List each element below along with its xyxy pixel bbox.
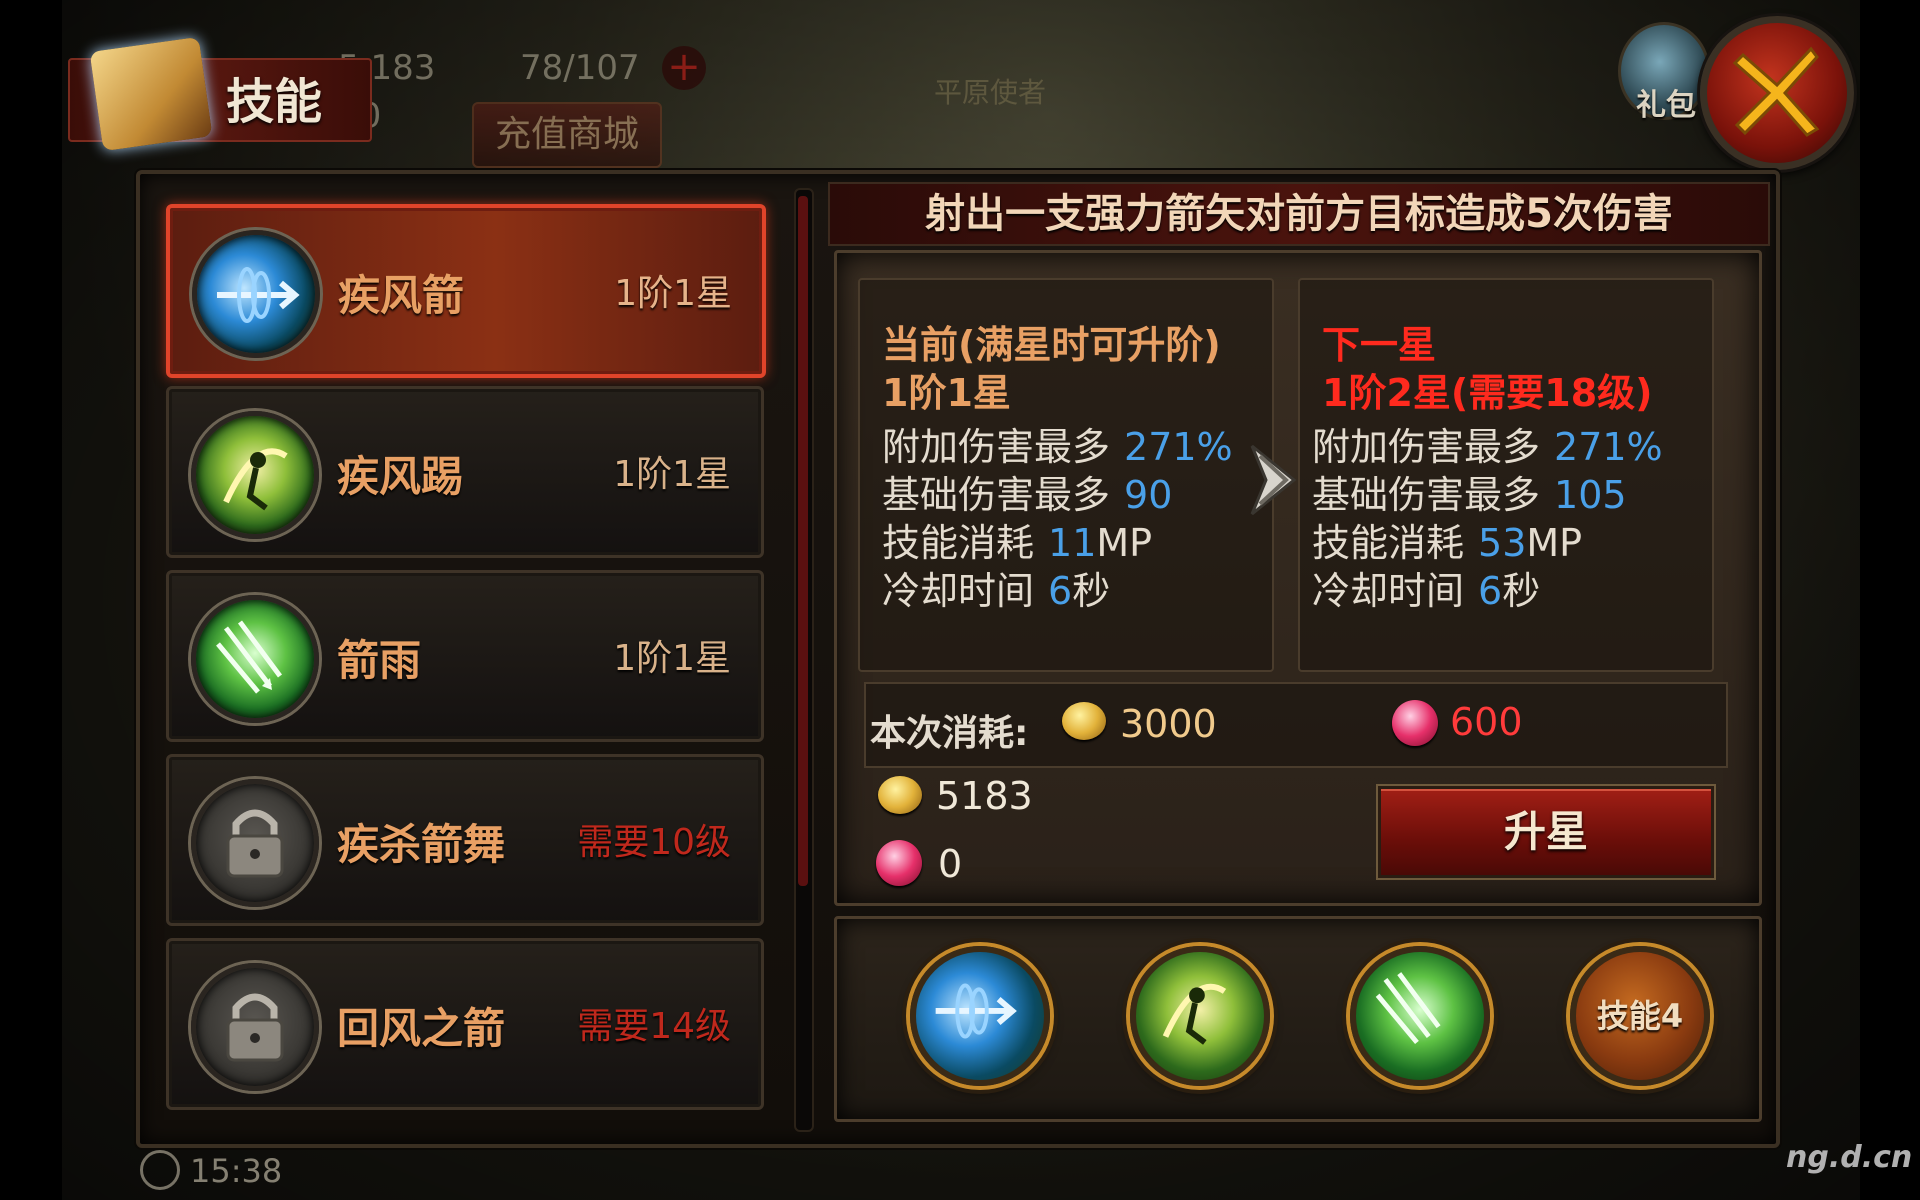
skill-level: 1阶1星 [614, 273, 732, 314]
letterbox-left [0, 0, 62, 1200]
skill-description: 射出一支强力箭矢对前方目标造成5次伤害 [828, 182, 1770, 246]
recharge-shop-button[interactable]: 充值商城 [472, 102, 662, 168]
skill-row-jifengjian[interactable]: 疾风箭 1阶1星 [166, 204, 766, 378]
skill-name: 回风之箭 [337, 1004, 506, 1053]
wind-kick-icon [191, 411, 319, 539]
cost-gems: 600 [1450, 700, 1523, 744]
add-stamina-button[interactable]: + [662, 46, 706, 90]
skill-requirement: 需要14级 [577, 1006, 731, 1047]
map-name: 平原使者 [933, 76, 1046, 109]
gift-label: 礼包 [1636, 88, 1696, 123]
letterbox-right [1860, 0, 1920, 1200]
stat-value: 6 [1478, 569, 1503, 613]
stat-value: 53 [1478, 521, 1527, 565]
stat-label: 附加伤害最多 [1312, 425, 1541, 469]
lock-icon [191, 963, 319, 1091]
stat-value: 11 [1048, 521, 1097, 565]
next-stats-box: 下一星 1阶2星(需要18级) 附加伤害最多 271% 基础伤害最多 105 技能消… [1298, 278, 1714, 672]
next-level: 1阶2星(需要18级) [1322, 371, 1653, 415]
skill-name: 疾风踢 [337, 452, 464, 501]
stat-value: 6 [1048, 569, 1073, 613]
skill-slot-2[interactable] [1130, 946, 1270, 1086]
skill-name: 疾风箭 [338, 271, 465, 320]
skill-slot-3[interactable] [1350, 946, 1490, 1086]
stat-mp-cost: 技能消耗 11MP [882, 512, 1152, 567]
stamina-count: 78/107 [520, 48, 640, 88]
stat-cooldown: 冷却时间 6秒 [1312, 560, 1540, 615]
skill-requirement: 需要10级 [577, 822, 731, 863]
gem-icon [1392, 700, 1438, 746]
owned-gems: 0 [938, 842, 963, 886]
stat-extra-damage: 附加伤害最多 271% [882, 416, 1233, 471]
skill-row-jishajianwu[interactable]: 疾杀箭舞 需要10级 [166, 754, 764, 926]
skill-list-scrollbar[interactable] [794, 188, 814, 1132]
stat-unit: MP [1096, 521, 1153, 565]
arrow-rain-icon [191, 595, 319, 723]
stat-value: 90 [1124, 473, 1173, 517]
wind-arrow-icon [935, 983, 1017, 1039]
stat-cooldown: 冷却时间 6秒 [882, 560, 1110, 615]
cost-gold: 3000 [1120, 702, 1217, 746]
wind-arrow-icon [192, 230, 320, 358]
stat-label: 冷却时间 [1312, 569, 1465, 613]
skill-name: 疾杀箭舞 [337, 820, 506, 869]
skill-book-icon [89, 36, 213, 152]
current-level: 1阶1星 [882, 371, 1011, 415]
stat-unit: 秒 [1072, 569, 1111, 613]
close-icon [1732, 46, 1820, 137]
skill-row-huifengzhijian[interactable]: 回风之箭 需要14级 [166, 938, 764, 1110]
next-header: 下一星 [1322, 323, 1437, 367]
gem-icon [876, 840, 922, 886]
stat-label: 技能消耗 [1312, 521, 1465, 565]
stat-label: 附加伤害最多 [882, 425, 1111, 469]
slot-label: 技能4 [1596, 997, 1684, 1035]
gold-coin-icon [878, 776, 922, 814]
upgrade-star-button[interactable]: 升星 [1378, 786, 1714, 878]
gold-coin-icon [1062, 702, 1106, 740]
stat-value: 105 [1554, 473, 1627, 517]
next-arrow-icon [1250, 444, 1297, 516]
stat-label: 基础伤害最多 [882, 473, 1111, 517]
cost-label: 本次消耗: [870, 713, 1029, 754]
stat-label: 基础伤害最多 [1312, 473, 1541, 517]
stat-unit: MP [1526, 521, 1583, 565]
stat-mp-cost: 技能消耗 53MP [1312, 512, 1582, 567]
lock-icon [191, 779, 319, 907]
stat-extra-damage: 附加伤害最多 271% [1312, 416, 1663, 471]
stat-value: 271% [1124, 425, 1233, 469]
stat-label: 冷却时间 [882, 569, 1035, 613]
skill-row-jifengti[interactable]: 疾风踢 1阶1星 [166, 386, 764, 558]
skill-level: 1阶1星 [613, 454, 731, 495]
stat-label: 技能消耗 [882, 521, 1035, 565]
scroll-thumb[interactable] [798, 196, 808, 886]
current-header: 当前(满星时可升阶) [882, 323, 1221, 367]
arrow-rain-icon [1375, 972, 1441, 1045]
stat-base-damage: 基础伤害最多 105 [1312, 464, 1627, 519]
skill-row-jianyu[interactable]: 箭雨 1阶1星 [166, 570, 764, 742]
skill-slot-4[interactable]: 技能4 [1570, 946, 1710, 1086]
clock-icon [140, 1150, 180, 1190]
close-button[interactable] [1700, 16, 1854, 170]
current-stats-box: 当前(满星时可升阶) 1阶1星 附加伤害最多 271% 基础伤害最多 90 技能消耗… [858, 278, 1274, 672]
skill-slot-1[interactable] [910, 946, 1050, 1086]
skill-level: 1阶1星 [613, 638, 731, 679]
stat-unit: 秒 [1502, 569, 1541, 613]
page-title: 技能 [226, 74, 323, 130]
stat-value: 271% [1554, 425, 1663, 469]
clock-time: 15:38 [190, 1152, 283, 1190]
stat-base-damage: 基础伤害最多 90 [882, 464, 1172, 519]
owned-gold: 5183 [936, 774, 1033, 818]
skill-name: 箭雨 [337, 636, 422, 685]
watermark: ng.d.cn [1786, 1140, 1913, 1175]
wind-kick-icon [1162, 983, 1227, 1045]
